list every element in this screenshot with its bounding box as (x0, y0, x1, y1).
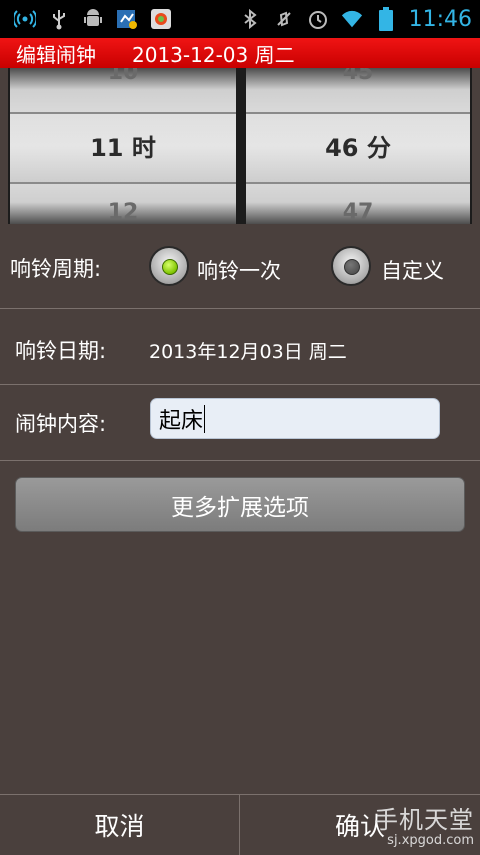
page-title: 编辑闹钟 (16, 42, 96, 67)
date-label: 响铃日期: (15, 339, 107, 363)
android-debug-icon (82, 8, 104, 30)
status-bar: 11:46 (0, 0, 480, 38)
vibrate-mute-icon (273, 8, 295, 30)
title-bar: 编辑闹钟 2013-12-03 周二 (0, 38, 480, 68)
hour-current[interactable]: 11 时 (10, 128, 236, 163)
wifi-icon (341, 8, 363, 30)
time-picker: 10 11 时 12 45 46 分 47 (8, 68, 472, 224)
alarm-clock-icon (307, 8, 329, 30)
minute-next[interactable]: 47 (246, 200, 470, 224)
minute-current[interactable]: 46 分 (246, 128, 470, 163)
divider (0, 308, 480, 309)
divider (0, 384, 480, 385)
battery-icon (375, 7, 397, 31)
alarm-content-input[interactable]: 起床 (150, 398, 440, 439)
hour-prev[interactable]: 10 (10, 68, 236, 85)
sync-alert-icon (116, 8, 138, 30)
bluetooth-icon (239, 8, 261, 30)
radio-once[interactable] (149, 246, 189, 286)
minute-wheel[interactable]: 45 46 分 47 (246, 68, 470, 224)
radio-selected-dot (162, 259, 178, 275)
radio-custom[interactable] (331, 246, 371, 286)
clock-time: 11:46 (408, 6, 472, 32)
watermark-url: sj.xpgod.com (387, 833, 474, 848)
wifi-signal-icon (14, 8, 36, 30)
app-icon (150, 8, 172, 30)
minute-prev[interactable]: 45 (246, 68, 470, 85)
radio-custom-label[interactable]: 自定义 (381, 255, 444, 285)
cycle-label: 响铃周期: (10, 257, 102, 281)
alarm-content-value: 起床 (159, 408, 204, 434)
date-value[interactable]: 2013年12月03日 周二 (149, 337, 347, 364)
hour-wheel[interactable]: 10 11 时 12 (10, 68, 236, 224)
text-caret (204, 404, 206, 433)
usb-icon (48, 8, 70, 30)
cancel-button[interactable]: 取消 (0, 795, 240, 855)
content-label: 闹钟内容: (15, 412, 107, 436)
watermark-title: 手机天堂 (374, 806, 474, 834)
hour-next[interactable]: 12 (10, 200, 236, 224)
divider (0, 460, 480, 461)
title-date: 2013-12-03 周二 (132, 42, 295, 67)
radio-once-label[interactable]: 响铃一次 (197, 255, 281, 285)
radio-unselected-dot (344, 259, 360, 275)
more-options-button[interactable]: 更多扩展选项 (15, 477, 465, 532)
watermark: 手机天堂 sj.xpgod.com (374, 800, 474, 848)
